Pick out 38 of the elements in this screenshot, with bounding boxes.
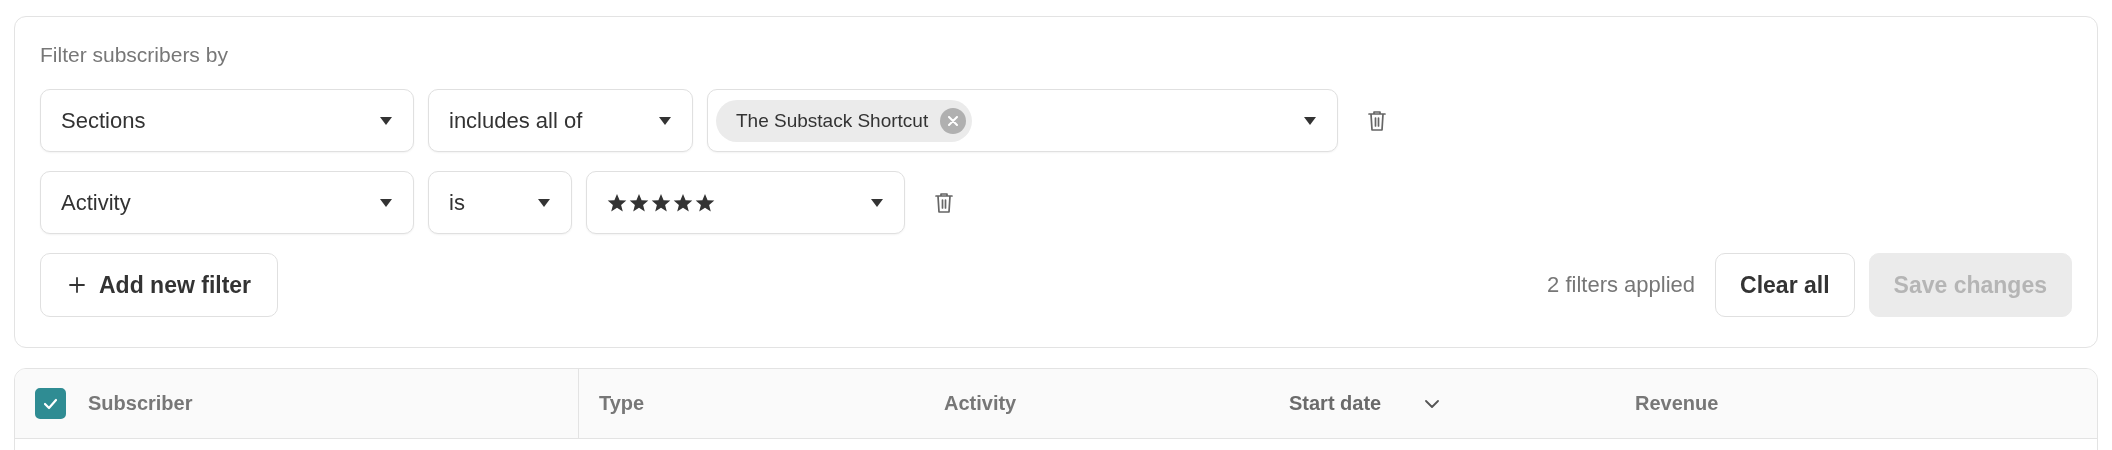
value-dropdown[interactable]: The Substack Shortcut (707, 89, 1338, 152)
value-dropdown[interactable] (586, 171, 905, 234)
plus-icon (69, 277, 85, 293)
caret-icon (1303, 115, 1317, 126)
clear-all-button[interactable]: Clear all (1715, 253, 1855, 317)
chip-label: The Substack Shortcut (736, 109, 929, 132)
trash-icon (933, 190, 955, 215)
caret-icon (379, 197, 393, 208)
caret-icon (658, 115, 672, 126)
caret-icon (537, 197, 551, 208)
star-icon (695, 192, 715, 213)
column-header[interactable]: Start date (1289, 392, 1382, 415)
select-all-checkbox[interactable] (35, 388, 66, 419)
check-icon (43, 396, 58, 411)
dropdown-label: is (449, 189, 465, 216)
panel-title: Filter subscribers by (40, 43, 229, 67)
star-icon (673, 192, 693, 213)
field-dropdown[interactable]: Sections (40, 89, 414, 152)
operator-dropdown[interactable]: is (428, 171, 572, 234)
column-header[interactable]: Type (599, 392, 645, 415)
star-icon (607, 192, 627, 213)
field-dropdown[interactable]: Activity (40, 171, 414, 234)
dropdown-label: Sections (61, 107, 146, 134)
trash-icon (1366, 108, 1388, 133)
column-header[interactable]: Activity (944, 392, 1017, 415)
sort-chevron-icon (1425, 399, 1440, 408)
star-icon (629, 192, 649, 213)
dropdown-label: Activity (61, 189, 131, 216)
close-icon (948, 115, 959, 126)
add-filter-button[interactable]: Add new filter (40, 253, 279, 317)
operator-dropdown[interactable]: includes all of (428, 89, 693, 152)
column-header[interactable]: Subscriber (88, 392, 193, 415)
filters-count: 2 filters applied (1547, 272, 1696, 298)
dropdown-label: includes all of (449, 107, 583, 134)
star-icon (651, 192, 671, 213)
column-header[interactable]: Revenue (1635, 392, 1719, 415)
caret-icon (870, 197, 884, 208)
caret-icon (379, 115, 393, 126)
